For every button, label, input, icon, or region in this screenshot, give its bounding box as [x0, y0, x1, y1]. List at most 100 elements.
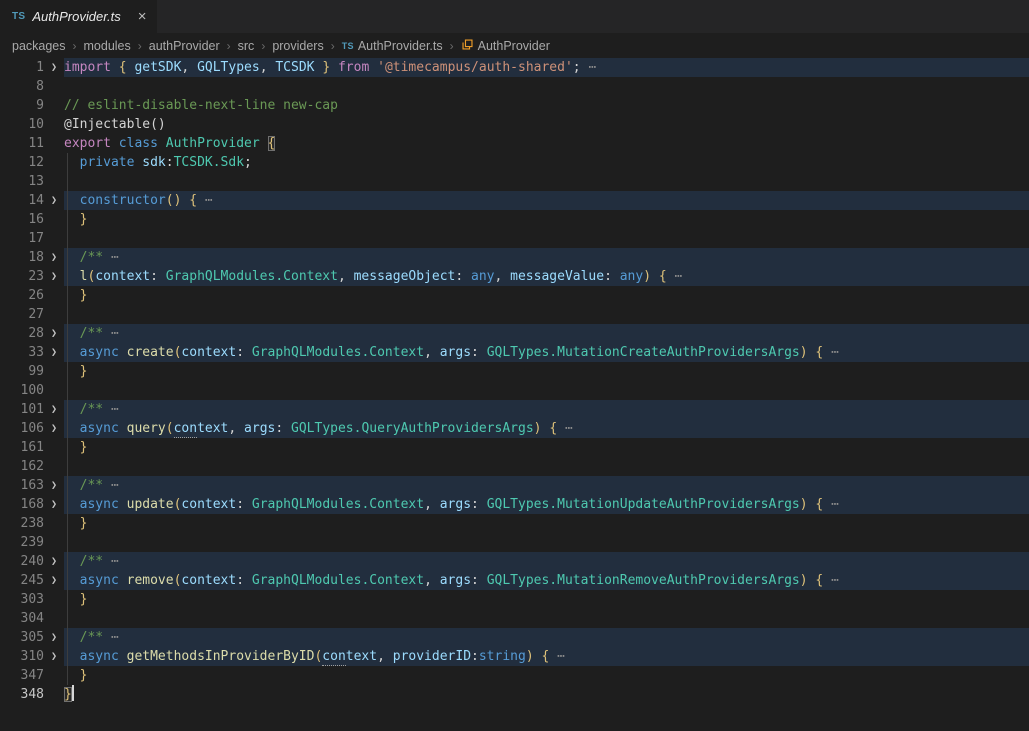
- code-line-310[interactable]: 310❯ async getMethodsInProviderByID(cont…: [0, 647, 1029, 666]
- code-content[interactable]: [64, 457, 1029, 476]
- code-content[interactable]: /** ⋯: [64, 248, 1029, 267]
- code-content[interactable]: async getMethodsInProviderByID(context, …: [64, 647, 1029, 666]
- code-content[interactable]: [64, 609, 1029, 628]
- code-content[interactable]: /** ⋯: [64, 400, 1029, 419]
- code-line-12[interactable]: 12 private sdk:TCSDK.Sdk;: [0, 153, 1029, 172]
- code-content[interactable]: [64, 381, 1029, 400]
- code-line-9[interactable]: 9// eslint-disable-next-line new-cap: [0, 96, 1029, 115]
- token: string: [479, 649, 526, 664]
- code-line-1[interactable]: 1❯import { getSDK, GQLTypes, TCSDK } fro…: [0, 58, 1029, 77]
- code-line-305[interactable]: 305❯ /** ⋯: [0, 628, 1029, 647]
- code-content[interactable]: @Injectable(): [64, 115, 1029, 134]
- breadcrumb-symbol[interactable]: AuthProvider: [461, 38, 550, 54]
- code-content[interactable]: [64, 77, 1029, 96]
- code-content[interactable]: import { getSDK, GQLTypes, TCSDK } from …: [64, 58, 1029, 77]
- code-content[interactable]: }: [64, 286, 1029, 305]
- code-content[interactable]: }: [64, 362, 1029, 381]
- code-content[interactable]: }: [64, 438, 1029, 457]
- token: ): [643, 269, 651, 284]
- token: class: [119, 136, 158, 151]
- code-line-245[interactable]: 245❯ async remove(context: GraphQLModule…: [0, 571, 1029, 590]
- code-line-14[interactable]: 14❯ constructor() { ⋯: [0, 191, 1029, 210]
- tab-authprovider[interactable]: TS AuthProvider.ts ×: [0, 0, 157, 33]
- code-content[interactable]: /** ⋯: [64, 324, 1029, 343]
- code-line-161[interactable]: 161 }: [0, 438, 1029, 457]
- code-line-23[interactable]: 23❯ l(context: GraphQLModules.Context, m…: [0, 267, 1029, 286]
- fold-chevron-icon[interactable]: ❯: [44, 647, 64, 666]
- code-content[interactable]: }: [64, 514, 1029, 533]
- code-line-18[interactable]: 18❯ /** ⋯: [0, 248, 1029, 267]
- fold-chevron-icon[interactable]: ❯: [44, 191, 64, 210]
- code-line-28[interactable]: 28❯ /** ⋯: [0, 324, 1029, 343]
- code-content[interactable]: }: [64, 666, 1029, 685]
- fold-chevron-icon[interactable]: ❯: [44, 343, 64, 362]
- code-line-11[interactable]: 11export class AuthProvider {: [0, 134, 1029, 153]
- code-content[interactable]: [64, 305, 1029, 324]
- fold-chevron-icon[interactable]: ❯: [44, 476, 64, 495]
- code-line-348[interactable]: 348}: [0, 685, 1029, 704]
- fold-chevron-icon[interactable]: ❯: [44, 571, 64, 590]
- fold-chevron-icon[interactable]: ❯: [44, 400, 64, 419]
- breadcrumb-item-src[interactable]: src: [238, 39, 255, 53]
- code-line-17[interactable]: 17: [0, 229, 1029, 248]
- code-line-13[interactable]: 13: [0, 172, 1029, 191]
- breadcrumb-item-providers[interactable]: providers: [272, 39, 323, 53]
- breadcrumb-item-packages[interactable]: packages: [12, 39, 66, 53]
- code-content[interactable]: async create(context: GraphQLModules.Con…: [64, 343, 1029, 362]
- code-content[interactable]: async query(context, args: GQLTypes.Quer…: [64, 419, 1029, 438]
- fold-chevron-icon[interactable]: ❯: [44, 628, 64, 647]
- code-content[interactable]: async update(context: GraphQLModules.Con…: [64, 495, 1029, 514]
- code-content[interactable]: constructor() { ⋯: [64, 191, 1029, 210]
- code-line-8[interactable]: 8: [0, 77, 1029, 96]
- code-line-101[interactable]: 101❯ /** ⋯: [0, 400, 1029, 419]
- code-line-304[interactable]: 304: [0, 609, 1029, 628]
- code-line-33[interactable]: 33❯ async create(context: GraphQLModules…: [0, 343, 1029, 362]
- breadcrumb-item-authProvider[interactable]: authProvider: [149, 39, 220, 53]
- code-line-347[interactable]: 347 }: [0, 666, 1029, 685]
- close-icon[interactable]: ×: [138, 9, 147, 24]
- code-line-106[interactable]: 106❯ async query(context, args: GQLTypes…: [0, 419, 1029, 438]
- code-line-240[interactable]: 240❯ /** ⋯: [0, 552, 1029, 571]
- code-content[interactable]: [64, 533, 1029, 552]
- breadcrumb-file[interactable]: TS AuthProvider.ts: [342, 39, 443, 53]
- code-line-239[interactable]: 239: [0, 533, 1029, 552]
- code-content[interactable]: [64, 229, 1029, 248]
- code-line-10[interactable]: 10@Injectable(): [0, 115, 1029, 134]
- code-line-163[interactable]: 163❯ /** ⋯: [0, 476, 1029, 495]
- token: export: [64, 136, 111, 151]
- code-line-238[interactable]: 238 }: [0, 514, 1029, 533]
- code-line-100[interactable]: 100: [0, 381, 1029, 400]
- code-line-168[interactable]: 168❯ async update(context: GraphQLModule…: [0, 495, 1029, 514]
- code-line-27[interactable]: 27: [0, 305, 1029, 324]
- code-line-162[interactable]: 162: [0, 457, 1029, 476]
- fold-chevron-icon[interactable]: ❯: [44, 248, 64, 267]
- indent-guide: [67, 324, 68, 343]
- code-content[interactable]: // eslint-disable-next-line new-cap: [64, 96, 1029, 115]
- code-content[interactable]: /** ⋯: [64, 628, 1029, 647]
- indent-guide: [67, 533, 68, 552]
- code-line-16[interactable]: 16 }: [0, 210, 1029, 229]
- code-content[interactable]: /** ⋯: [64, 476, 1029, 495]
- code-content[interactable]: }: [64, 685, 1029, 704]
- code-line-99[interactable]: 99 }: [0, 362, 1029, 381]
- code-content[interactable]: /** ⋯: [64, 552, 1029, 571]
- fold-chevron-icon[interactable]: ❯: [44, 419, 64, 438]
- token: context: [181, 497, 236, 512]
- code-line-26[interactable]: 26 }: [0, 286, 1029, 305]
- fold-chevron-icon[interactable]: ❯: [44, 324, 64, 343]
- code-content[interactable]: [64, 172, 1029, 191]
- fold-chevron-icon[interactable]: ❯: [44, 58, 64, 77]
- indent-guide: [67, 248, 68, 267]
- code-content[interactable]: export class AuthProvider {: [64, 134, 1029, 153]
- code-content[interactable]: }: [64, 210, 1029, 229]
- token: ⋯: [103, 326, 119, 341]
- code-content[interactable]: l(context: GraphQLModules.Context, messa…: [64, 267, 1029, 286]
- code-content[interactable]: async remove(context: GraphQLModules.Con…: [64, 571, 1029, 590]
- fold-chevron-icon[interactable]: ❯: [44, 495, 64, 514]
- code-content[interactable]: private sdk:TCSDK.Sdk;: [64, 153, 1029, 172]
- fold-chevron-icon[interactable]: ❯: [44, 267, 64, 286]
- code-line-303[interactable]: 303 }: [0, 590, 1029, 609]
- code-content[interactable]: }: [64, 590, 1029, 609]
- breadcrumb-item-modules[interactable]: modules: [84, 39, 131, 53]
- fold-chevron-icon[interactable]: ❯: [44, 552, 64, 571]
